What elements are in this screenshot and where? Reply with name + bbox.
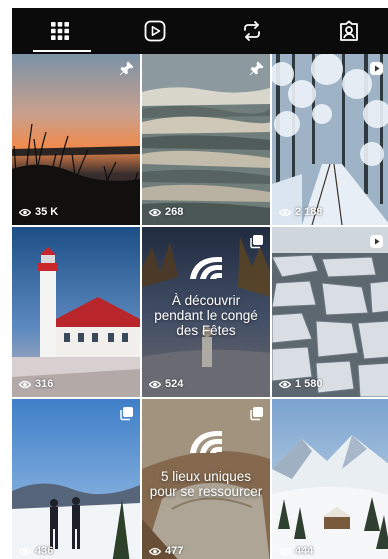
grid-icon xyxy=(51,22,69,40)
snowy-path-photo xyxy=(272,54,388,225)
sunset-photo xyxy=(12,54,140,225)
eye-icon xyxy=(19,380,31,388)
post-thumbnail-sunset[interactable]: 35 K xyxy=(12,54,140,225)
carousel-icon xyxy=(250,407,263,421)
pin-icon xyxy=(249,61,264,76)
view-count: 444 xyxy=(279,545,313,557)
view-count-value: 477 xyxy=(165,545,184,557)
posts-grid: 35 K 268 2 188 316 À découvrir pendant l… xyxy=(12,54,388,559)
view-count: 316 xyxy=(19,378,53,390)
post-thumbnail-lighthouse[interactable]: 316 xyxy=(12,227,140,397)
eye-icon xyxy=(149,208,161,216)
view-count-value: 524 xyxy=(165,378,184,390)
view-count: 35 K xyxy=(19,206,58,218)
lighthouse-photo xyxy=(12,227,140,397)
post-thumbnail-snowy-mountains[interactable]: 444 xyxy=(272,399,388,559)
post-thumbnail-snowy-path[interactable]: 2 188 xyxy=(272,54,388,225)
post-thumbnail-hikers[interactable]: 436 xyxy=(12,399,140,559)
view-count-value: 35 K xyxy=(35,206,59,218)
post-thumbnail-waves[interactable]: 268 xyxy=(142,54,270,225)
view-count: 524 xyxy=(149,378,183,390)
eye-icon xyxy=(19,547,31,555)
overlay-caption: 5 lieux uniques pour se ressourcer xyxy=(149,469,263,499)
view-count: 436 xyxy=(19,545,53,557)
view-count: 2 188 xyxy=(279,206,323,218)
view-count-value: 1 580 xyxy=(295,378,323,390)
reel-icon xyxy=(370,62,383,75)
eye-icon xyxy=(149,547,161,555)
brand-logo xyxy=(142,427,270,455)
tab-posts[interactable] xyxy=(30,8,90,54)
eye-icon xyxy=(19,208,31,216)
active-tab-indicator xyxy=(33,50,91,52)
brand-logo xyxy=(142,253,270,281)
tab-reposts[interactable] xyxy=(222,8,282,54)
eye-icon xyxy=(279,547,291,555)
view-count-value: 436 xyxy=(35,545,54,557)
tagged-person-icon xyxy=(340,20,358,41)
profile-tab-bar xyxy=(12,8,388,54)
snowy-mountains-photo xyxy=(272,399,388,559)
view-count: 268 xyxy=(149,206,183,218)
view-count: 477 xyxy=(149,545,183,557)
waves-photo xyxy=(142,54,270,225)
eye-icon xyxy=(279,208,291,216)
tab-reels[interactable] xyxy=(125,8,185,54)
repost-icon xyxy=(244,21,260,41)
eye-icon xyxy=(279,380,291,388)
carousel-icon xyxy=(250,235,263,249)
view-count: 1 580 xyxy=(279,378,323,390)
reel-icon xyxy=(370,235,383,248)
tab-tagged[interactable] xyxy=(319,8,379,54)
eye-icon xyxy=(149,380,161,388)
ice-floes-photo xyxy=(272,227,388,397)
view-count-value: 444 xyxy=(295,545,314,557)
view-count-value: 2 188 xyxy=(295,206,323,218)
hikers-photo xyxy=(12,399,140,559)
view-count-value: 268 xyxy=(165,206,184,218)
post-thumbnail-unique-places[interactable]: 5 lieux uniques pour se ressourcer 477 xyxy=(142,399,270,559)
view-count-value: 316 xyxy=(35,378,54,390)
post-thumbnail-ice-floes[interactable]: 1 580 xyxy=(272,227,388,397)
play-icon xyxy=(144,20,166,42)
overlay-caption: À découvrir pendant le congé des Fêtes xyxy=(154,293,258,338)
post-thumbnail-holiday-guide[interactable]: À découvrir pendant le congé des Fêtes 5… xyxy=(142,227,270,397)
pin-icon xyxy=(119,61,134,76)
carousel-icon xyxy=(120,407,133,421)
